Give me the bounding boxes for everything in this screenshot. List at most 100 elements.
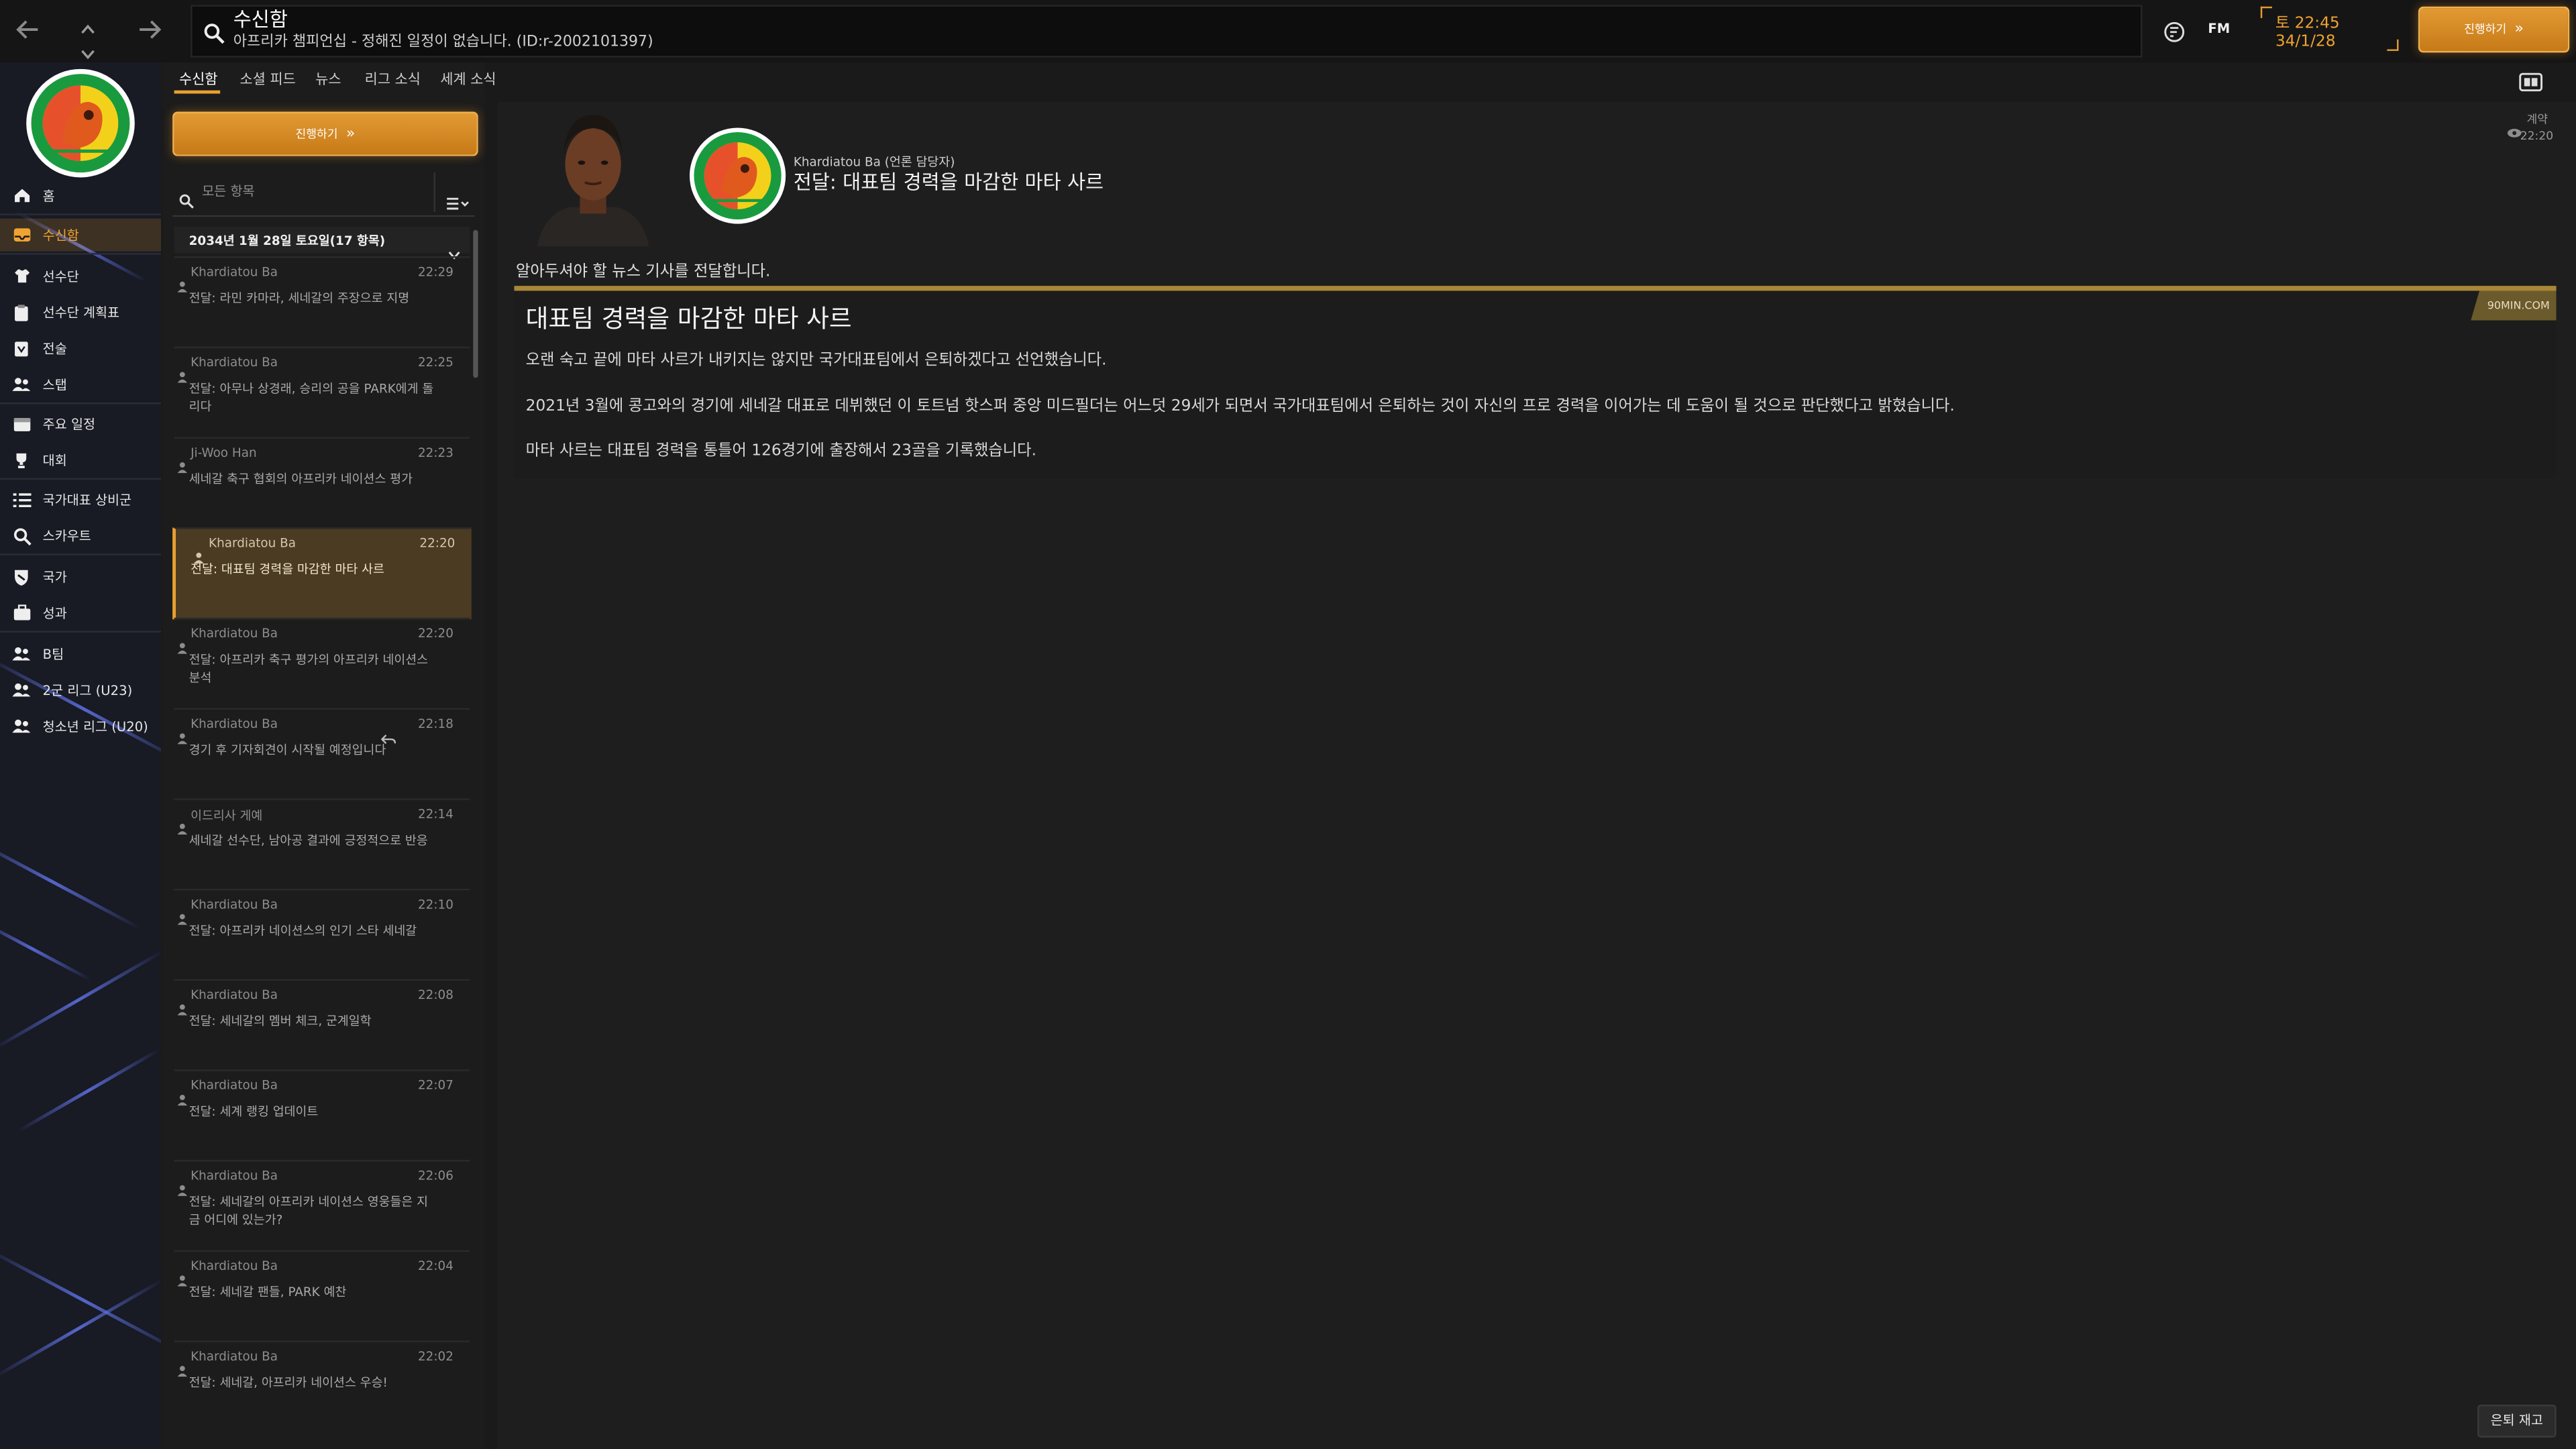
message-sender: Khardiatou Ba: [191, 716, 278, 731]
sidebar-item-achievements[interactable]: 성과: [0, 596, 161, 629]
sidebar-item-label: 국가대표 상비군: [42, 492, 132, 507]
game-date: 34/1/28: [2275, 32, 2336, 51]
message-sender: Khardiatou Ba: [191, 1077, 278, 1093]
sidebar-item-label: 국가: [42, 569, 67, 584]
list-item[interactable]: Khardiatou Ba 22:25 전달: 아무나 상경래, 승리의 공을 …: [174, 346, 470, 437]
tab-league-news[interactable]: 리그 소식: [365, 69, 421, 89]
list-item[interactable]: Khardiatou Ba 22:08 전달: 세네갈의 멤버 체크, 군계일학: [174, 979, 470, 1070]
back-arrow-icon[interactable]: [15, 18, 41, 46]
message-subject: 전달: 세네갈의 아프리카 네이션스 영웅들은 지금 어디에 있는가?: [189, 1194, 429, 1228]
message-sender: Khardiatou Ba: [209, 535, 297, 551]
brand-label[interactable]: FM: [2208, 21, 2230, 36]
sidebar-item-nation[interactable]: 국가: [0, 560, 161, 593]
club-crest-logo[interactable]: [23, 66, 138, 187]
date-group-label: 2034년 1월 28일 토요일(17 항목): [189, 233, 386, 248]
list-item[interactable]: Khardiatou Ba 22:10 전달: 아프리카 네이션스의 인기 스타…: [174, 888, 470, 979]
reconsider-label: 은퇴 재고: [2490, 1413, 2543, 1428]
sort-menu-button[interactable]: [433, 172, 477, 212]
message-subject: 세네갈 선수단, 남아공 결과에 긍정적으로 반응: [189, 833, 428, 848]
message-meta-label[interactable]: 계약: [2527, 112, 2548, 128]
message-sender: 이드리사 게예: [191, 808, 263, 823]
sidebar-item-u20[interactable]: 청소년 리그 (U20): [0, 710, 161, 743]
message-time: 22:14: [417, 806, 453, 822]
continue-button[interactable]: 진행하기 »: [2418, 6, 2570, 53]
sidebar-item-inbox[interactable]: 수신함: [0, 218, 162, 252]
list-item[interactable]: Khardiatou Ba 22:02 전달: 세네갈, 아프리카 네이션스 우…: [174, 1340, 470, 1431]
date-box[interactable]: 토 22:45 34/1/28: [2260, 6, 2399, 51]
list-item[interactable]: Khardiatou Ba 22:07 전달: 세계 랭킹 업데이트: [174, 1069, 470, 1160]
continue-label: 진행하기: [2464, 23, 2507, 36]
message-sender: Khardiatou Ba: [191, 1258, 278, 1273]
message-sender: Khardiatou Ba: [191, 1348, 278, 1364]
list-item-selected[interactable]: Khardiatou Ba 22:20 전달: 대표팀 경력을 마감한 마타 사…: [172, 527, 472, 620]
team-icon: [11, 681, 31, 699]
briefcase-icon: [11, 604, 31, 622]
list-item[interactable]: Ji-Woo Han 22:23 세네갈 축구 협회의 아프리카 네이션스 평가: [174, 437, 470, 527]
message-title: 전달: 대표팀 경력을 마감한 마타 사르: [793, 170, 1104, 194]
list-divider: [172, 215, 475, 217]
sidebar-item-b-team[interactable]: B팀: [0, 637, 161, 670]
list-item[interactable]: Khardiatou Ba 22:18 경기 후 기자회견이 시작될 예정입니다: [174, 708, 470, 799]
tab-social-feed[interactable]: 소셜 피드: [240, 69, 296, 89]
page-subtitle: 아프리카 챔피언십 - 정해진 일정이 없습니다. (ID:r-20021013…: [233, 34, 653, 51]
source-tag: 90MIN.COM: [2471, 290, 2557, 321]
fm-logo-icon[interactable]: [2163, 18, 2185, 50]
person-icon: [177, 991, 188, 1022]
article-paragraph: 2021년 3월에 콩고와의 경기에 세네갈 대표로 데뷔했던 이 토트넘 핫스…: [525, 397, 1955, 416]
list-scrollbar[interactable]: [473, 229, 478, 378]
sidebar-item-label: 홈: [42, 188, 55, 203]
jersey-icon: [11, 267, 31, 285]
screen-layout-icon[interactable]: [2518, 67, 2543, 99]
article-headline: 대표팀 경력을 마감한 마타 사르: [525, 304, 852, 334]
reconsider-retirement-button[interactable]: 은퇴 재고: [2477, 1404, 2557, 1438]
sidebar-item-u23[interactable]: 2군 리그 (U23): [0, 674, 161, 706]
list-item[interactable]: Khardiatou Ba 22:06 전달: 세네갈의 아프리카 네이션스 영…: [174, 1159, 470, 1250]
list-continue-button[interactable]: 진행하기 »: [172, 111, 478, 156]
message-time: 22:23: [417, 445, 453, 460]
message-time: 22:10: [417, 897, 453, 912]
message-sender: Khardiatou Ba: [191, 626, 278, 641]
team-icon: [11, 717, 31, 735]
search-icon: [179, 184, 194, 215]
sidebar-item-national-pool[interactable]: 국가대표 상비군: [0, 483, 161, 516]
message-sender: Khardiatou Ba: [191, 354, 278, 370]
sidebar-item-scouting[interactable]: 스카우트: [0, 519, 161, 552]
list-item[interactable]: Khardiatou Ba 22:20 전달: 아프리카 축구 평가의 아프리카…: [174, 617, 470, 708]
message-sender: Khardiatou Ba: [191, 264, 278, 280]
sidebar-item-home[interactable]: 홈: [0, 179, 161, 212]
sidebar-item-squad-planner[interactable]: 선수단 계획표: [0, 296, 161, 329]
forward-arrow-icon[interactable]: [136, 18, 162, 46]
double-chevron-right-icon: »: [2514, 21, 2524, 38]
sidebar-item-schedule[interactable]: 주요 일정: [0, 407, 161, 440]
message-sender: Khardiatou Ba: [191, 897, 278, 912]
tab-news[interactable]: 뉴스: [315, 69, 341, 89]
filter-search-box[interactable]: 모든 항목: [172, 172, 432, 212]
date-group-header[interactable]: 2034년 1월 28일 토요일(17 항목): [174, 226, 470, 260]
home-icon: [11, 186, 31, 205]
list-item[interactable]: 이드리사 게예 22:14 세네갈 선수단, 남아공 결과에 긍정적으로 반응: [174, 798, 470, 889]
search-icon[interactable]: [204, 19, 225, 51]
person-icon: [177, 449, 188, 480]
person-icon: [177, 629, 188, 661]
message-meta-time: 22:20: [2520, 129, 2554, 144]
list-item[interactable]: Khardiatou Ba 22:29 전달: 라민 카마라, 세네갈의 주장으…: [174, 256, 470, 347]
tab-world-news[interactable]: 세계 소식: [440, 69, 496, 89]
staff-icon: [11, 376, 31, 394]
message-time: 22:08: [417, 987, 453, 1002]
message-subject: 전달: 세계 랭킹 업데이트: [189, 1104, 319, 1119]
sidebar-item-squad[interactable]: 선수단: [0, 260, 161, 292]
sidebar-item-staff[interactable]: 스탭: [0, 368, 161, 401]
sidebar-item-competitions[interactable]: 대회: [0, 443, 161, 476]
message-subject: 전달: 라민 카마라, 세네갈의 주장으로 지명: [189, 290, 410, 306]
scout-icon: [11, 527, 31, 545]
message-subject: 전달: 아프리카 네이션스의 인기 스타 세네갈: [189, 923, 417, 938]
tab-inbox[interactable]: 수신함: [179, 69, 217, 89]
title-search-bar[interactable]: 수신함 아프리카 챔피언십 - 정해진 일정이 없습니다. (ID:r-2002…: [191, 5, 2143, 58]
message-time: 22:29: [417, 264, 453, 280]
list-item[interactable]: Khardiatou Ba 22:04 전달: 세네갈 팬들, PARK 예찬: [174, 1250, 470, 1341]
trophy-icon: [11, 451, 31, 469]
message-time: 22:18: [417, 716, 453, 731]
sidebar-item-tactics[interactable]: 전술: [0, 332, 161, 365]
article-paragraph: 마타 사르는 대표팀 경력을 통틀어 126경기에 출장해서 23골을 기록했습…: [525, 441, 1037, 460]
message-time: 22:25: [417, 354, 453, 370]
